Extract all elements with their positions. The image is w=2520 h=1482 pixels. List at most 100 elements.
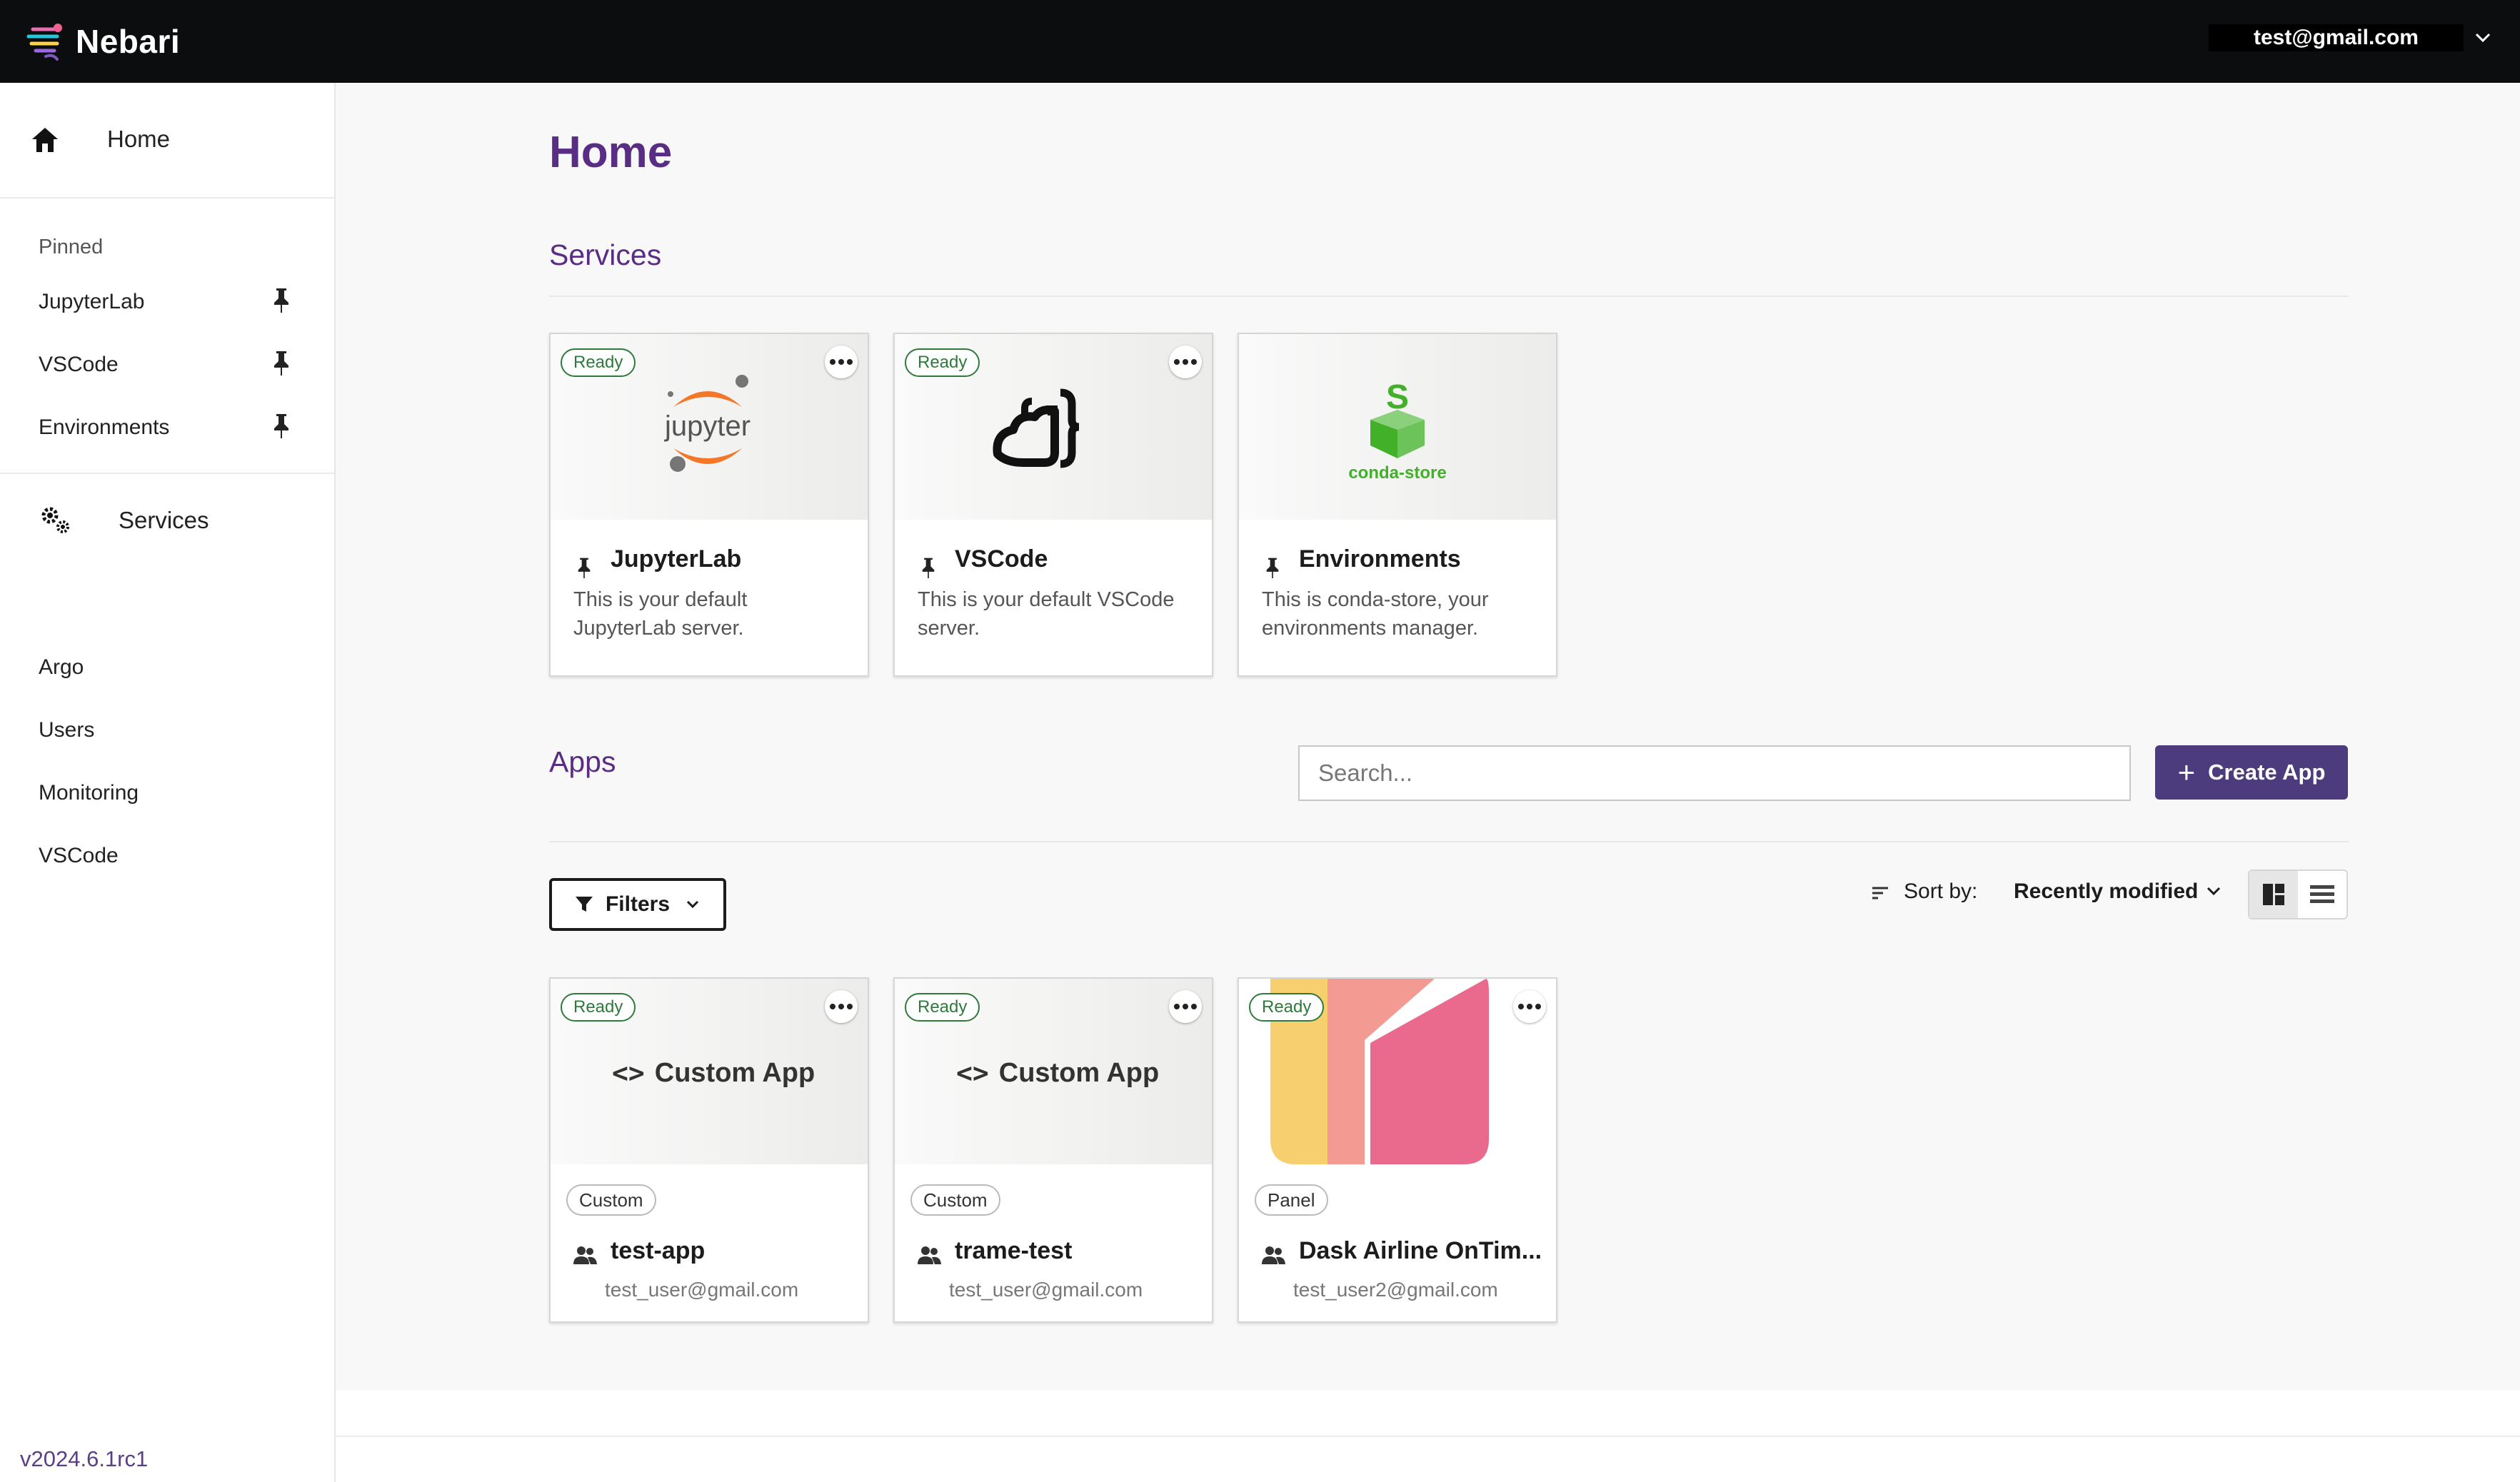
user-menu-button[interactable]: test@gmail.com	[2209, 24, 2464, 51]
service-title: JupyterLab	[611, 545, 742, 573]
pin-icon[interactable]	[573, 555, 595, 580]
app-title: trame-test	[955, 1237, 1073, 1264]
jupyter-logo-icon: jupyter	[664, 375, 751, 472]
sidebar-item-home[interactable]: Home	[0, 83, 334, 198]
framework-tag: Panel	[1255, 1184, 1328, 1216]
pinned-title: Pinned	[39, 236, 104, 258]
jupyter-logo-text: jupyter	[664, 410, 751, 442]
services-title: Services	[119, 507, 209, 533]
app-thumbnail: <> Custom App Ready	[551, 979, 868, 1164]
more-options-button[interactable]	[825, 346, 858, 378]
create-app-label: Create App	[2208, 760, 2326, 785]
divider	[549, 296, 2349, 297]
apps-heading: Apps	[549, 745, 616, 778]
more-options-button[interactable]	[1513, 990, 1546, 1023]
status-badge: Ready	[1249, 993, 1325, 1022]
create-app-button[interactable]: + Create App	[2155, 745, 2348, 800]
services-heading: Services	[549, 238, 662, 271]
service-description: This is your default JupyterLab server.	[573, 588, 748, 640]
sort-select[interactable]: Recently modified	[2014, 879, 2198, 904]
more-options-button[interactable]	[1169, 346, 1202, 378]
sidebar: Home Pinned JupyterLab VSCode Environmen…	[0, 83, 336, 1482]
top-bar: Nebari test@gmail.com	[0, 0, 2520, 83]
service-thumbnail: Ready	[895, 334, 1212, 520]
filters-label: Filters	[605, 892, 671, 916]
chevron-down-icon[interactable]	[2472, 27, 2494, 49]
conda-store-logo-icon: S conda-store	[1348, 378, 1446, 483]
list-view-button[interactable]	[2298, 871, 2346, 918]
list-view-icon	[2310, 885, 2334, 903]
gears-icon	[41, 507, 69, 533]
more-options-button[interactable]	[1169, 990, 1202, 1023]
app-thumbnail-label: <> Custom App	[612, 1057, 815, 1089]
service-card-vscode[interactable]: Ready VSCode This is your default VSCode…	[893, 333, 1213, 677]
status-badge: Ready	[905, 993, 980, 1022]
pin-icon[interactable]	[918, 555, 939, 580]
app-thumbnail-label: <> Custom App	[956, 1057, 1159, 1089]
app-title: test-app	[611, 1237, 706, 1264]
brand-logo[interactable]: Nebari	[24, 16, 180, 67]
pin-icon[interactable]	[1262, 555, 1283, 580]
view-toggle	[2248, 869, 2348, 919]
service-thumbnail: S conda-store	[1239, 334, 1556, 520]
pin-icon[interactable]	[268, 411, 294, 440]
service-card-jupyterlab[interactable]: jupyter Ready JupyterLab This is your de…	[549, 333, 869, 677]
vscode-logo-icon	[993, 388, 1080, 468]
pin-icon[interactable]	[268, 348, 294, 377]
pin-icon[interactable]	[268, 286, 294, 314]
sort-icon	[1872, 887, 1888, 899]
app-thumbnail: Ready	[1239, 979, 1556, 1164]
footer-divider	[334, 1436, 2520, 1437]
app-owner: test_user2@gmail.com	[1293, 1279, 1498, 1301]
sidebar-item-environments[interactable]: Environments	[39, 411, 310, 447]
conda-store-logo-text: conda-store	[1348, 463, 1446, 483]
app-owner: test_user@gmail.com	[605, 1279, 799, 1301]
thumbnail-text: Custom App	[654, 1057, 815, 1088]
sidebar-item-jupyterlab[interactable]: JupyterLab	[39, 286, 310, 321]
search-input[interactable]: Search...	[1298, 745, 2131, 801]
service-description: This is your default VSCode server.	[918, 588, 1175, 640]
filter-icon	[575, 897, 593, 912]
page-title: Home	[549, 128, 673, 177]
service-thumbnail: jupyter Ready	[551, 334, 868, 520]
sort-label: Sort by:	[1904, 879, 1978, 903]
framework-tag: Custom	[566, 1184, 656, 1216]
sidebar-item-monitoring[interactable]: Monitoring	[39, 781, 139, 805]
version-label: v2024.6.1rc1	[20, 1446, 149, 1471]
code-icon: <>	[956, 1057, 989, 1089]
sidebar-home-label: Home	[107, 126, 171, 152]
sidebar-item-label: VSCode	[39, 353, 119, 376]
sidebar-item-label: JupyterLab	[39, 290, 145, 313]
thumbnail-text: Custom App	[998, 1057, 1160, 1088]
status-badge: Ready	[905, 348, 980, 377]
sidebar-item-users[interactable]: Users	[39, 718, 94, 742]
plus-icon: +	[2177, 755, 2196, 789]
service-title: VSCode	[955, 545, 1048, 573]
more-options-button[interactable]	[825, 990, 858, 1023]
home-icon	[32, 128, 58, 152]
grid-view-icon	[2263, 884, 2284, 905]
sidebar-item-vscode-service[interactable]: VSCode	[39, 844, 119, 868]
users-icon	[573, 1246, 597, 1264]
framework-tag: Custom	[910, 1184, 1000, 1216]
nebari-logo-icon	[26, 24, 62, 61]
app-card-dask-airline[interactable]: Ready Panel Dask Airline OnTim... test_u…	[1238, 977, 1557, 1323]
app-card-test-app[interactable]: <> Custom App Ready Custom test-app test…	[549, 977, 869, 1323]
status-badge: Ready	[561, 993, 636, 1022]
sidebar-item-argo[interactable]: Argo	[39, 655, 84, 680]
app-card-trame-test[interactable]: <> Custom App Ready Custom trame-test te…	[893, 977, 1213, 1323]
brand-name: Nebari	[76, 23, 181, 60]
app-title: Dask Airline OnTim...	[1299, 1237, 1542, 1264]
status-badge: Ready	[561, 348, 636, 377]
service-description: This is conda-store, your environments m…	[1262, 588, 1489, 640]
sidebar-item-vscode[interactable]: VSCode	[39, 348, 310, 384]
app-thumbnail: <> Custom App Ready	[895, 979, 1212, 1164]
grid-view-button[interactable]	[2249, 871, 2298, 918]
app-owner: test_user@gmail.com	[949, 1279, 1143, 1301]
filters-button[interactable]: Filters	[549, 878, 726, 931]
chevron-down-icon[interactable]	[2204, 881, 2224, 901]
service-card-environments[interactable]: S conda-store Environments This is conda…	[1238, 333, 1557, 677]
users-icon	[1262, 1246, 1285, 1264]
sidebar-item-label: Environments	[39, 415, 170, 439]
service-title: Environments	[1299, 545, 1461, 573]
